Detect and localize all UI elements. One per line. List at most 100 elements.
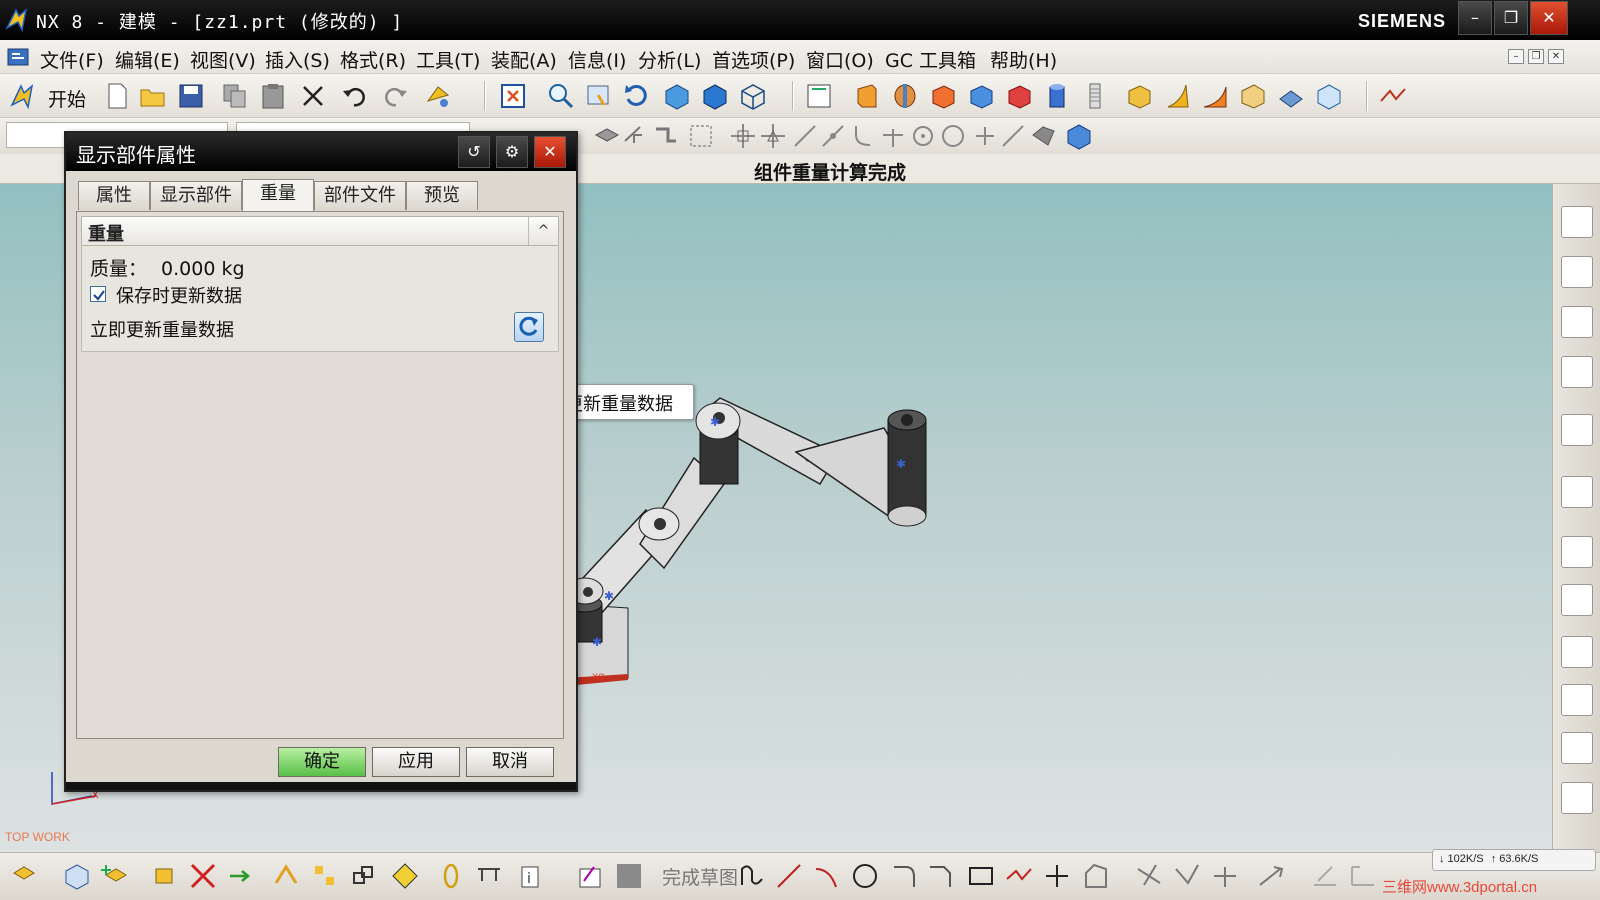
menu-assembly[interactable]: 装配(A) — [491, 46, 557, 73]
assembly-navigator-icon[interactable] — [650, 121, 680, 151]
finish-sketch-icon[interactable] — [614, 861, 644, 891]
snap-endpoint-icon[interactable] — [728, 121, 758, 151]
chamfer-sketch-icon[interactable] — [926, 861, 956, 891]
menu-preferences[interactable]: 首选项(P) — [712, 46, 795, 73]
measure-distance-icon[interactable] — [474, 861, 504, 891]
edge-blend-icon[interactable] — [1124, 81, 1154, 111]
tab-attributes[interactable]: 属性 — [78, 181, 150, 210]
snap-midpoint-icon[interactable] — [758, 121, 788, 151]
menu-tools[interactable]: 工具(T) — [416, 46, 480, 73]
extrude-icon[interactable] — [852, 81, 882, 111]
offset-face-icon[interactable] — [1276, 81, 1306, 111]
open-folder-icon[interactable] — [138, 81, 168, 111]
app-menu-icon[interactable] — [6, 46, 32, 68]
tab-weight[interactable]: 重量 — [242, 179, 314, 212]
menu-window[interactable]: 窗口(O) — [806, 46, 874, 73]
tab-preview[interactable]: 预览 — [406, 181, 478, 210]
menu-insert[interactable]: 插入(S) — [265, 46, 330, 73]
pan-icon[interactable] — [584, 81, 614, 111]
quick-extend-icon[interactable] — [1172, 861, 1202, 891]
spline-icon[interactable] — [1378, 81, 1408, 111]
update-on-save-checkbox[interactable] — [90, 286, 106, 302]
shell-icon[interactable] — [1200, 81, 1230, 111]
boss-icon[interactable] — [1004, 81, 1034, 111]
polygon-icon[interactable] — [1004, 861, 1034, 891]
paste-icon[interactable] — [258, 81, 288, 111]
line-icon[interactable] — [774, 861, 804, 891]
system-scene-tab-icon[interactable] — [1561, 782, 1593, 814]
menu-format[interactable]: 格式(R) — [340, 46, 406, 73]
mirror-assembly-icon[interactable] — [150, 861, 180, 891]
menu-edit[interactable]: 编辑(E) — [115, 46, 180, 73]
cylinder-icon[interactable] — [1042, 81, 1072, 111]
constraint-icon[interactable] — [1310, 861, 1340, 891]
close-button[interactable]: ✕ — [1530, 1, 1568, 35]
intersection-icon[interactable] — [878, 121, 908, 151]
arc-center-icon[interactable] — [908, 121, 938, 151]
profile-icon[interactable] — [738, 861, 768, 891]
point-icon[interactable] — [1042, 861, 1072, 891]
menu-help[interactable]: 帮助(H) — [990, 46, 1057, 73]
line-snap-icon[interactable] — [790, 121, 820, 151]
constraint-navigator-tab-icon[interactable] — [1561, 256, 1593, 288]
menu-view[interactable]: 视图(V) — [190, 46, 256, 73]
add-component-icon[interactable] — [62, 861, 92, 891]
minimize-button[interactable]: – — [1458, 1, 1492, 35]
copy-icon[interactable] — [220, 81, 250, 111]
assembly-navigator-icon[interactable] — [390, 861, 420, 891]
shaded-edges-icon[interactable] — [700, 81, 730, 111]
rotate-icon[interactable] — [622, 81, 652, 111]
weight-group-header[interactable]: 重量 ^ — [81, 216, 559, 246]
revolve-icon[interactable] — [890, 81, 920, 111]
information-icon[interactable]: i — [514, 861, 544, 891]
sequence-icon[interactable] — [348, 861, 378, 891]
line-mid-snap-icon[interactable] — [818, 121, 848, 151]
existing-point-icon[interactable] — [970, 121, 1000, 151]
collapse-chevron-icon[interactable]: ^ — [528, 217, 558, 245]
chamfer-icon[interactable] — [1162, 81, 1192, 111]
assembly-navigator-tab-icon[interactable] — [1561, 206, 1593, 238]
new-file-icon[interactable] — [102, 81, 132, 111]
bounded-grid-icon[interactable] — [1064, 121, 1094, 151]
shaded-view-icon[interactable] — [662, 81, 692, 111]
mdi-close-button[interactable]: ✕ — [1548, 49, 1564, 64]
menu-analysis[interactable]: 分析(L) — [638, 46, 701, 73]
wireframe-view-icon[interactable] — [738, 81, 768, 111]
undo-icon[interactable] — [340, 81, 370, 111]
mdi-restore-button[interactable]: ❐ — [1528, 49, 1544, 64]
part-navigator-tab-icon[interactable] — [1561, 306, 1593, 338]
hole-icon[interactable] — [966, 81, 996, 111]
assembly-constraints-icon[interactable] — [188, 861, 218, 891]
wave-geometry-linker-icon[interactable] — [272, 861, 302, 891]
apply-button[interactable]: 应用 — [372, 747, 460, 777]
auto-constrain-icon[interactable] — [1348, 861, 1378, 891]
dimension-icon[interactable] — [1256, 861, 1286, 891]
make-corner-icon[interactable] — [1210, 861, 1240, 891]
tab-part-file[interactable]: 部件文件 — [314, 181, 406, 210]
move-component-icon[interactable] — [226, 861, 256, 891]
zoom-icon[interactable] — [546, 81, 576, 111]
clearance-analysis-icon[interactable] — [436, 861, 466, 891]
save-icon[interactable] — [176, 81, 206, 111]
delete-icon[interactable] — [298, 81, 328, 111]
circle-icon[interactable] — [850, 861, 880, 891]
reset-dialog-icon[interactable]: ↺ — [458, 136, 490, 168]
sketch-icon[interactable] — [804, 81, 834, 111]
rectangle-select-icon[interactable] — [686, 121, 716, 151]
menu-information[interactable]: 信息(I) — [568, 46, 626, 73]
finish-sketch-label[interactable]: 完成草图 — [662, 863, 738, 890]
dialog-close-icon[interactable]: ✕ — [534, 136, 566, 168]
fillet-icon[interactable] — [890, 861, 920, 891]
snap-icon[interactable] — [592, 121, 622, 151]
command-finder-icon[interactable] — [424, 81, 454, 111]
manufacturing-wizard-tab-icon[interactable] — [1561, 684, 1593, 716]
control-point-icon[interactable] — [848, 121, 878, 151]
point-on-curve-icon[interactable] — [620, 121, 650, 151]
assembly-load-icon[interactable] — [10, 861, 40, 891]
dialog-settings-icon[interactable]: ⚙ — [496, 136, 528, 168]
update-weight-now-button[interactable] — [514, 312, 544, 342]
restore-button[interactable]: ❐ — [1494, 1, 1528, 35]
cancel-button[interactable]: 取消 — [466, 747, 554, 777]
new-component-icon[interactable] — [100, 861, 130, 891]
mdi-minimize-button[interactable]: – — [1508, 49, 1524, 64]
